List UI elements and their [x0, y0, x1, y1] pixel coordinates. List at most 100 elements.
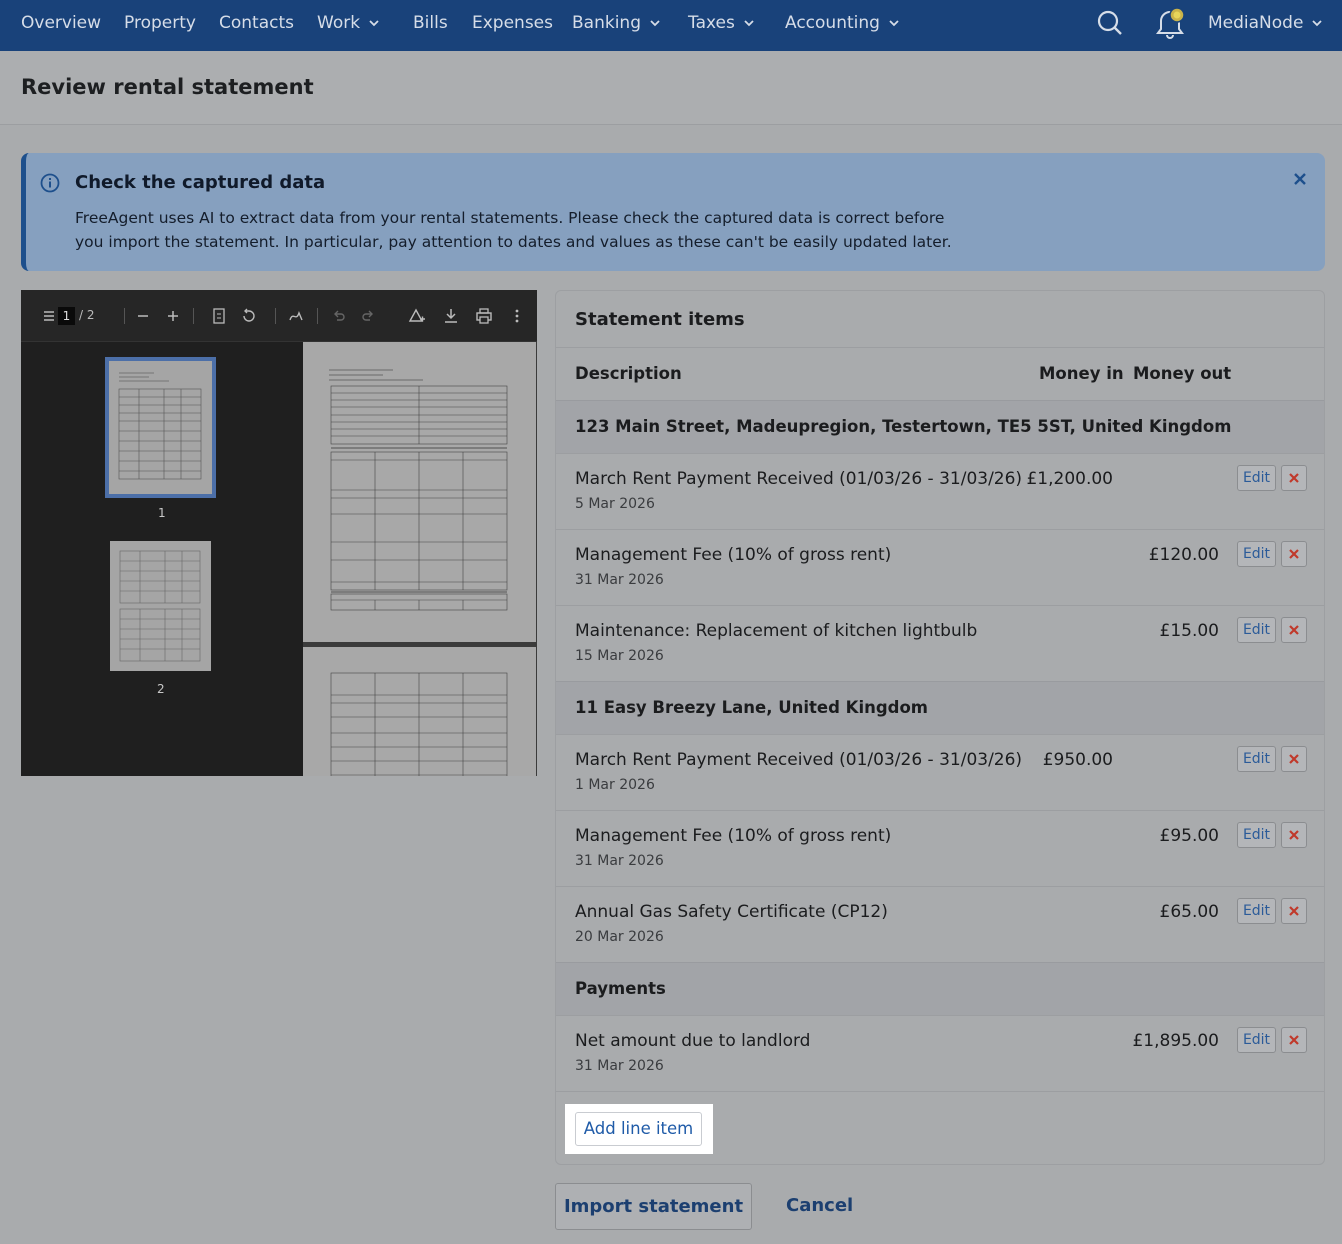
- nav-expenses[interactable]: Expenses: [472, 0, 553, 46]
- column-money-out: Money out: [1133, 364, 1232, 383]
- rotate-icon[interactable]: [240, 308, 258, 324]
- item-money-out: £15.00: [1159, 621, 1219, 641]
- menu-icon[interactable]: [43, 310, 55, 322]
- item-money-out: £120.00: [1148, 545, 1219, 565]
- delete-button[interactable]: [1281, 465, 1307, 491]
- close-icon[interactable]: [1292, 171, 1308, 187]
- toolbar-divider: [317, 308, 318, 324]
- print-icon[interactable]: [475, 307, 493, 325]
- statement-items-card: Statement items Description Money in Mon…: [555, 290, 1325, 1165]
- nav-contacts[interactable]: Contacts: [219, 0, 294, 46]
- nav-overview-label: Overview: [21, 13, 102, 33]
- edit-button[interactable]: Edit: [1237, 822, 1276, 848]
- fit-page-icon[interactable]: [213, 308, 225, 324]
- redo-icon[interactable]: [361, 309, 375, 323]
- delete-icon: [1289, 1035, 1299, 1045]
- delete-button[interactable]: [1281, 822, 1307, 848]
- account-label: MediaNode: [1208, 13, 1304, 33]
- add-line-item-highlight: Add line item: [565, 1104, 713, 1154]
- toolbar-divider: [275, 308, 276, 324]
- page-number-input[interactable]: 1: [58, 307, 75, 325]
- add-text-icon[interactable]: [408, 307, 426, 325]
- delete-button[interactable]: [1281, 746, 1307, 772]
- banner-body: FreeAgent uses AI to extract data from y…: [75, 209, 952, 251]
- section-title: Payments: [575, 979, 666, 998]
- section-header: 123 Main Street, Madeupregion, Testertow…: [556, 400, 1324, 453]
- edit-button[interactable]: Edit: [1237, 898, 1276, 924]
- edit-button[interactable]: Edit: [1237, 1027, 1276, 1053]
- account-menu[interactable]: MediaNode: [1208, 0, 1323, 46]
- delete-icon: [1289, 549, 1299, 559]
- section-title: 123 Main Street, Madeupregion, Testertow…: [575, 417, 1232, 436]
- info-icon: [40, 173, 60, 193]
- item-date: 15 Mar 2026: [575, 648, 664, 664]
- section-header: 11 Easy Breezy Lane, United Kingdom: [556, 681, 1324, 734]
- delete-button[interactable]: [1281, 898, 1307, 924]
- toolbar-divider: [124, 308, 125, 324]
- page-thumbnail-image: [118, 372, 202, 480]
- toolbar-divider: [193, 308, 194, 324]
- nav-banking-label: Banking: [572, 13, 641, 33]
- thumbnail-label: 2: [157, 682, 165, 696]
- item-money-out: £65.00: [1159, 902, 1219, 922]
- delete-icon: [1289, 625, 1299, 635]
- chevron-down-icon: [889, 20, 899, 27]
- nav-expenses-label: Expenses: [472, 13, 553, 33]
- edit-button[interactable]: Edit: [1237, 617, 1276, 643]
- delete-button[interactable]: [1281, 541, 1307, 567]
- page-thumbnail-2[interactable]: [110, 541, 211, 671]
- item-money-out: £95.00: [1159, 826, 1219, 846]
- nav-property[interactable]: Property: [124, 0, 196, 46]
- nav-accounting[interactable]: Accounting: [785, 0, 899, 46]
- delete-button[interactable]: [1281, 617, 1307, 643]
- import-statement-button[interactable]: Import statement: [555, 1183, 752, 1230]
- item-description: March Rent Payment Received (01/03/26 - …: [575, 469, 1023, 489]
- edit-button[interactable]: Edit: [1237, 465, 1276, 491]
- document-page-image: [330, 672, 508, 776]
- chevron-down-icon: [369, 20, 379, 27]
- add-line-item-button[interactable]: Add line item: [575, 1112, 702, 1146]
- nav-contacts-label: Contacts: [219, 13, 294, 33]
- nav-banking[interactable]: Banking: [572, 0, 660, 46]
- item-description: Management Fee (10% of gross rent): [575, 545, 892, 565]
- item-date: 31 Mar 2026: [575, 853, 664, 869]
- nav-bills-label: Bills: [413, 13, 448, 33]
- annotate-icon[interactable]: [288, 308, 304, 324]
- item-date: 20 Mar 2026: [575, 929, 664, 945]
- document-pane: [303, 342, 537, 776]
- nav-accounting-label: Accounting: [785, 13, 880, 33]
- undo-icon[interactable]: [332, 309, 346, 323]
- cancel-link[interactable]: Cancel: [786, 1195, 853, 1216]
- top-navigation: Overview Property Contacts Work Bills Ex…: [0, 0, 1342, 51]
- edit-button[interactable]: Edit: [1237, 541, 1276, 567]
- notifications-button[interactable]: [1150, 0, 1190, 46]
- zoom-in-icon[interactable]: [167, 310, 179, 322]
- pdf-viewer: 1 / 2 1 2: [21, 290, 537, 776]
- item-description: Management Fee (10% of gross rent): [575, 826, 892, 846]
- table-row: Maintenance: Replacement of kitchen ligh…: [556, 605, 1324, 681]
- edit-button[interactable]: Edit: [1237, 746, 1276, 772]
- item-description: Net amount due to landlord: [575, 1031, 811, 1051]
- item-description: March Rent Payment Received (01/03/26 - …: [575, 750, 1023, 770]
- document-page-1: [303, 342, 536, 642]
- download-icon[interactable]: [443, 307, 459, 325]
- thumbnail-pane: 1 2: [21, 342, 303, 776]
- info-banner: Check the captured data FreeAgent uses A…: [21, 153, 1325, 271]
- search-icon: [1097, 10, 1122, 35]
- table-row: Net amount due to landlord 31 Mar 2026 £…: [556, 1015, 1324, 1091]
- nav-taxes[interactable]: Taxes: [688, 0, 754, 46]
- bell-icon: [1156, 7, 1185, 39]
- delete-button[interactable]: [1281, 1027, 1307, 1053]
- item-description: Annual Gas Safety Certificate (CP12): [575, 902, 888, 922]
- nav-overview[interactable]: Overview: [21, 0, 101, 46]
- nav-work[interactable]: Work: [317, 0, 379, 46]
- search-button[interactable]: [1096, 0, 1124, 46]
- nav-bills[interactable]: Bills: [413, 0, 448, 46]
- page-thumbnail-1[interactable]: [105, 357, 216, 498]
- more-options-icon[interactable]: [513, 308, 521, 324]
- delete-icon: [1289, 830, 1299, 840]
- banner-title: Check the captured data: [75, 172, 326, 193]
- zoom-out-icon[interactable]: [137, 310, 149, 322]
- item-date: 31 Mar 2026: [575, 1058, 664, 1074]
- table-row: March Rent Payment Received (01/03/26 - …: [556, 453, 1324, 529]
